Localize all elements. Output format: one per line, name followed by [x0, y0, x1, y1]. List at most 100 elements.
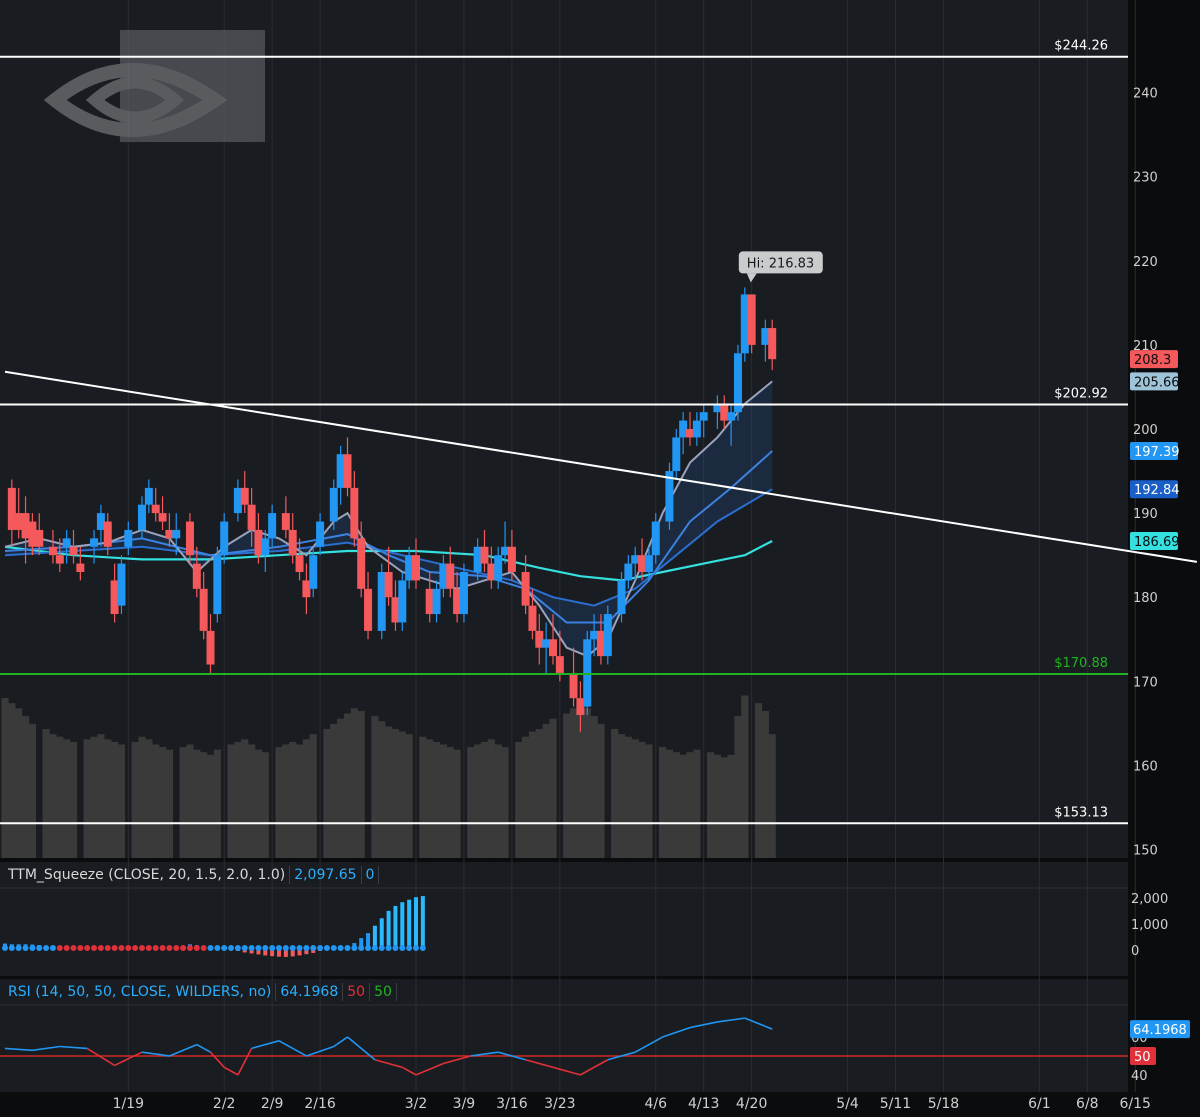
price-tick-label: 190 [1133, 507, 1158, 522]
candle-body [336, 454, 345, 488]
volume-bar [679, 754, 687, 858]
price-tag-label: 205.66 [1134, 375, 1180, 390]
candle-body [576, 698, 585, 715]
candle-body [364, 588, 373, 631]
squeeze-dot [2, 945, 8, 951]
squeeze-dot [49, 945, 56, 951]
volume-bar [179, 747, 187, 858]
rsi-study-label[interactable]: RSI (14, 50, 50, CLOSE, WILDERS, no) [4, 983, 277, 1001]
squeeze-study-label[interactable]: TTM_Squeeze (CLOSE, 20, 1.5, 2.0, 1.0) [4, 866, 291, 884]
volume-bar [439, 744, 447, 858]
candle-body [7, 487, 16, 530]
squeeze-dot [234, 945, 241, 951]
candle-body [405, 555, 414, 581]
squeeze-dot [159, 945, 166, 951]
volume-bar [56, 736, 64, 858]
squeeze-dot [29, 945, 36, 951]
volume-bar [193, 749, 201, 858]
volume-bar [302, 739, 310, 858]
candle-body [213, 555, 222, 615]
volume-bar [63, 739, 71, 858]
squeeze-dot [84, 945, 91, 951]
volume-bar [754, 703, 763, 858]
volume-bar [83, 739, 91, 858]
candle-body [494, 555, 503, 581]
candle-body [288, 529, 297, 556]
rsi-tick-label: 40 [1131, 1069, 1148, 1084]
volume-bar [371, 716, 379, 858]
price-tick-label: 170 [1133, 675, 1158, 690]
volume-bar [138, 736, 146, 858]
volume-bar [624, 736, 632, 858]
volume-bar [617, 734, 626, 858]
squeeze-dot [228, 945, 235, 951]
volume-bar [117, 744, 126, 858]
volume-bar [206, 754, 215, 858]
candle-body [268, 513, 277, 539]
candle-body [453, 588, 462, 615]
candle-body [651, 521, 660, 556]
candle-body [699, 412, 708, 421]
squeeze-dot [173, 945, 180, 951]
volume-bar [563, 713, 571, 858]
squeeze-dot [413, 945, 419, 951]
squeeze-dot [310, 945, 317, 951]
squeeze-tick-label: 0 [1131, 944, 1139, 959]
squeeze-dot [43, 945, 50, 951]
squeeze-bar [414, 897, 418, 948]
candle-body [261, 538, 270, 556]
date-tick-label: 6/8 [1076, 1096, 1099, 1112]
volume-bar [227, 744, 235, 858]
candle-body [583, 639, 592, 707]
volume-bar [165, 749, 173, 858]
candle-body [329, 487, 338, 522]
rsi-header: RSI (14, 50, 50, CLOSE, WILDERS, no) 64.… [4, 981, 397, 1003]
candle-body [679, 420, 688, 438]
squeeze-dot [269, 945, 276, 951]
candle-body [617, 580, 626, 615]
candle-body [48, 546, 57, 556]
squeeze-dot [221, 945, 228, 951]
squeeze-dot [56, 945, 63, 951]
candle-body [624, 563, 633, 581]
squeeze-dot [125, 945, 132, 951]
rsi-mid-tag-label: 50 [1134, 1050, 1151, 1065]
squeeze-dot [337, 945, 344, 951]
price-tag-label: 186.69 [1134, 535, 1180, 550]
volume-bar [343, 713, 352, 858]
candle-body [535, 630, 544, 648]
squeeze-dot [166, 945, 173, 951]
volume-bar [186, 744, 194, 858]
rsi-oversold-label: 50 [370, 983, 397, 1001]
candle-body [692, 420, 701, 438]
candle-body [638, 555, 647, 572]
candle-body [487, 563, 496, 581]
squeeze-bar [379, 918, 384, 948]
level-label: $202.92 [1054, 386, 1108, 401]
price-tick-label: 220 [1133, 255, 1158, 270]
squeeze-zero-label: 0 [362, 866, 380, 884]
squeeze-value-label: 2,097.65 [290, 866, 362, 884]
candle-body [720, 403, 729, 421]
date-tick-label: 2/9 [261, 1096, 284, 1112]
candle-body [569, 672, 578, 699]
volume-bar [645, 744, 653, 858]
volume-bar [432, 741, 441, 858]
squeeze-dot [139, 945, 145, 951]
candle-body [316, 521, 325, 547]
volume-bar [21, 716, 30, 858]
date-tick-label: 5/11 [880, 1096, 911, 1112]
candle-body [425, 588, 434, 615]
volume-bar [672, 752, 680, 858]
volume-bar [261, 752, 269, 858]
date-tick-label: 2/2 [213, 1096, 236, 1112]
squeeze-dot [15, 945, 22, 951]
volume-bar [90, 736, 98, 858]
squeeze-dot [378, 945, 385, 951]
candle-body [446, 563, 455, 589]
candle-body [412, 555, 420, 581]
volume-bar [234, 741, 242, 858]
volume-bar [665, 749, 674, 858]
candle-body [473, 546, 482, 572]
volume-bar [528, 731, 537, 858]
